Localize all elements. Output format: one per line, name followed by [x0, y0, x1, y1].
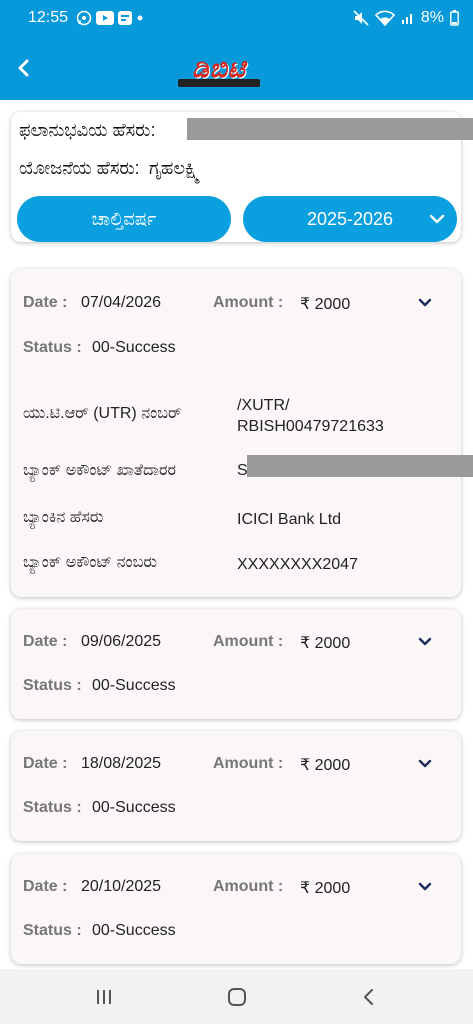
year-select[interactable]: 2025-2026 [243, 196, 457, 242]
chevron-down-icon[interactable] [415, 632, 435, 652]
date-label: Date : [23, 755, 68, 772]
youtube-icon [96, 11, 115, 25]
status-label: Status : [23, 677, 82, 694]
transaction-card[interactable]: Date : 20/10/2025 Amount : ₹ 2000 Status… [11, 854, 461, 964]
app-notification-icon [118, 11, 133, 25]
bank-name-label: ಬ್ಯಾಂಕಿನ ಹೆಸರು [23, 509, 104, 526]
status-bar: 12:55 8% [0, 0, 473, 36]
amount-value: ₹ 2000 [300, 757, 351, 774]
signal-icon [401, 11, 415, 25]
status-value: 00-Success [92, 922, 176, 939]
mute-icon [353, 10, 369, 26]
status-time: 12:55 [28, 9, 69, 26]
battery-icon [450, 10, 459, 26]
account-holder-mask [247, 455, 473, 477]
chevron-down-icon[interactable] [415, 877, 435, 897]
wifi-icon [374, 10, 395, 26]
status-label: Status : [23, 799, 82, 816]
status-value: 00-Success [92, 677, 176, 694]
nav-back-icon[interactable] [355, 983, 383, 1011]
home-icon[interactable] [223, 983, 251, 1011]
system-nav-bar [0, 969, 473, 1024]
arrow-left-icon[interactable] [8, 52, 40, 84]
account-number-value: XXXXXXXX2047 [237, 556, 358, 573]
amount-value: ₹ 2000 [300, 296, 351, 313]
amount-label: Amount : [213, 294, 284, 311]
status-label: Status : [23, 922, 82, 939]
utr-label: ಯು.ಟಿ.ಆರ್ (UTR) ನಂಬರ್ [23, 405, 182, 422]
recent-apps-icon[interactable] [90, 983, 118, 1011]
chevron-down-icon [427, 209, 447, 234]
scheme-name: ಗೃಹಲಕ್ಷ್ಮಿ [149, 158, 201, 178]
amount-label: Amount : [213, 878, 284, 895]
date-label: Date : [23, 294, 68, 311]
account-number-label: ಬ್ಯಾಂಕ್ ಅಕೌಂಟ್ ನಂಬರು [23, 554, 157, 571]
date-value: 09/06/2025 [81, 633, 162, 650]
account-holder-label: ಬ್ಯಾಂಕ್ ಅಕೌಂಟ್ ಖಾತೆದಾರರ [23, 462, 176, 479]
status-value: 00-Success [92, 339, 176, 356]
transaction-card[interactable]: Date : 18/08/2025 Amount : ₹ 2000 Status… [11, 731, 461, 841]
amount-value: ₹ 2000 [300, 635, 351, 652]
app-bar: ಡಿಬಿಟಿ [0, 36, 473, 100]
chevron-down-icon[interactable] [415, 293, 435, 313]
beneficiary-name-mask [187, 118, 473, 140]
date-label: Date : [23, 878, 68, 895]
status-label: Status : [23, 339, 82, 356]
current-year-button[interactable]: ಚಾಲ್ತಿವರ್ಷ [17, 196, 231, 242]
year-select-value: 2025-2026 [306, 208, 394, 229]
dbt-logo: ಡಿಬಿಟಿ [172, 48, 266, 88]
dot-icon [136, 14, 144, 22]
utr-value-line1: /XUTR/ [237, 397, 290, 414]
date-value: 20/10/2025 [81, 878, 162, 895]
utr-value-line2: RBISH00479721633 [237, 418, 384, 435]
amount-value: ₹ 2000 [300, 880, 351, 897]
scheme-label: ಯೋಜನೆಯ ಹೆಸರು: [19, 158, 140, 178]
date-label: Date : [23, 633, 68, 650]
bank-name-value: ICICI Bank Ltd [237, 511, 342, 528]
battery-percent: 8% [420, 9, 444, 26]
whatsapp-icon [76, 10, 92, 26]
date-value: 18/08/2025 [81, 755, 162, 772]
amount-label: Amount : [213, 633, 284, 650]
beneficiary-card: ಫಲಾನುಭವಿಯ ಹೆಸರು: ಯೋಜನೆಯ ಹೆಸರು: ಗೃಹಲಕ್ಷ್ಮ… [11, 112, 473, 242]
date-value: 07/04/2026 [81, 294, 162, 311]
amount-label: Amount : [213, 755, 284, 772]
chevron-down-icon[interactable] [415, 754, 435, 774]
main-content: ಫಲಾನುಭವಿಯ ಹೆಸರು: ಯೋಜನೆಯ ಹೆಸರು: ಗೃಹಲಕ್ಷ್ಮ… [0, 100, 473, 969]
transaction-card[interactable]: Date : 09/06/2025 Amount : ₹ 2000 Status… [11, 609, 461, 719]
transaction-card[interactable]: Date : 07/04/2026 Amount : ₹ 2000 Status… [11, 269, 473, 597]
current-year-label: ಚಾಲ್ತಿವರ್ಷ [91, 208, 157, 229]
status-value: 00-Success [92, 799, 176, 816]
beneficiary-label: ಫಲಾನುಭವಿಯ ಹೆಸರು: [19, 120, 156, 140]
